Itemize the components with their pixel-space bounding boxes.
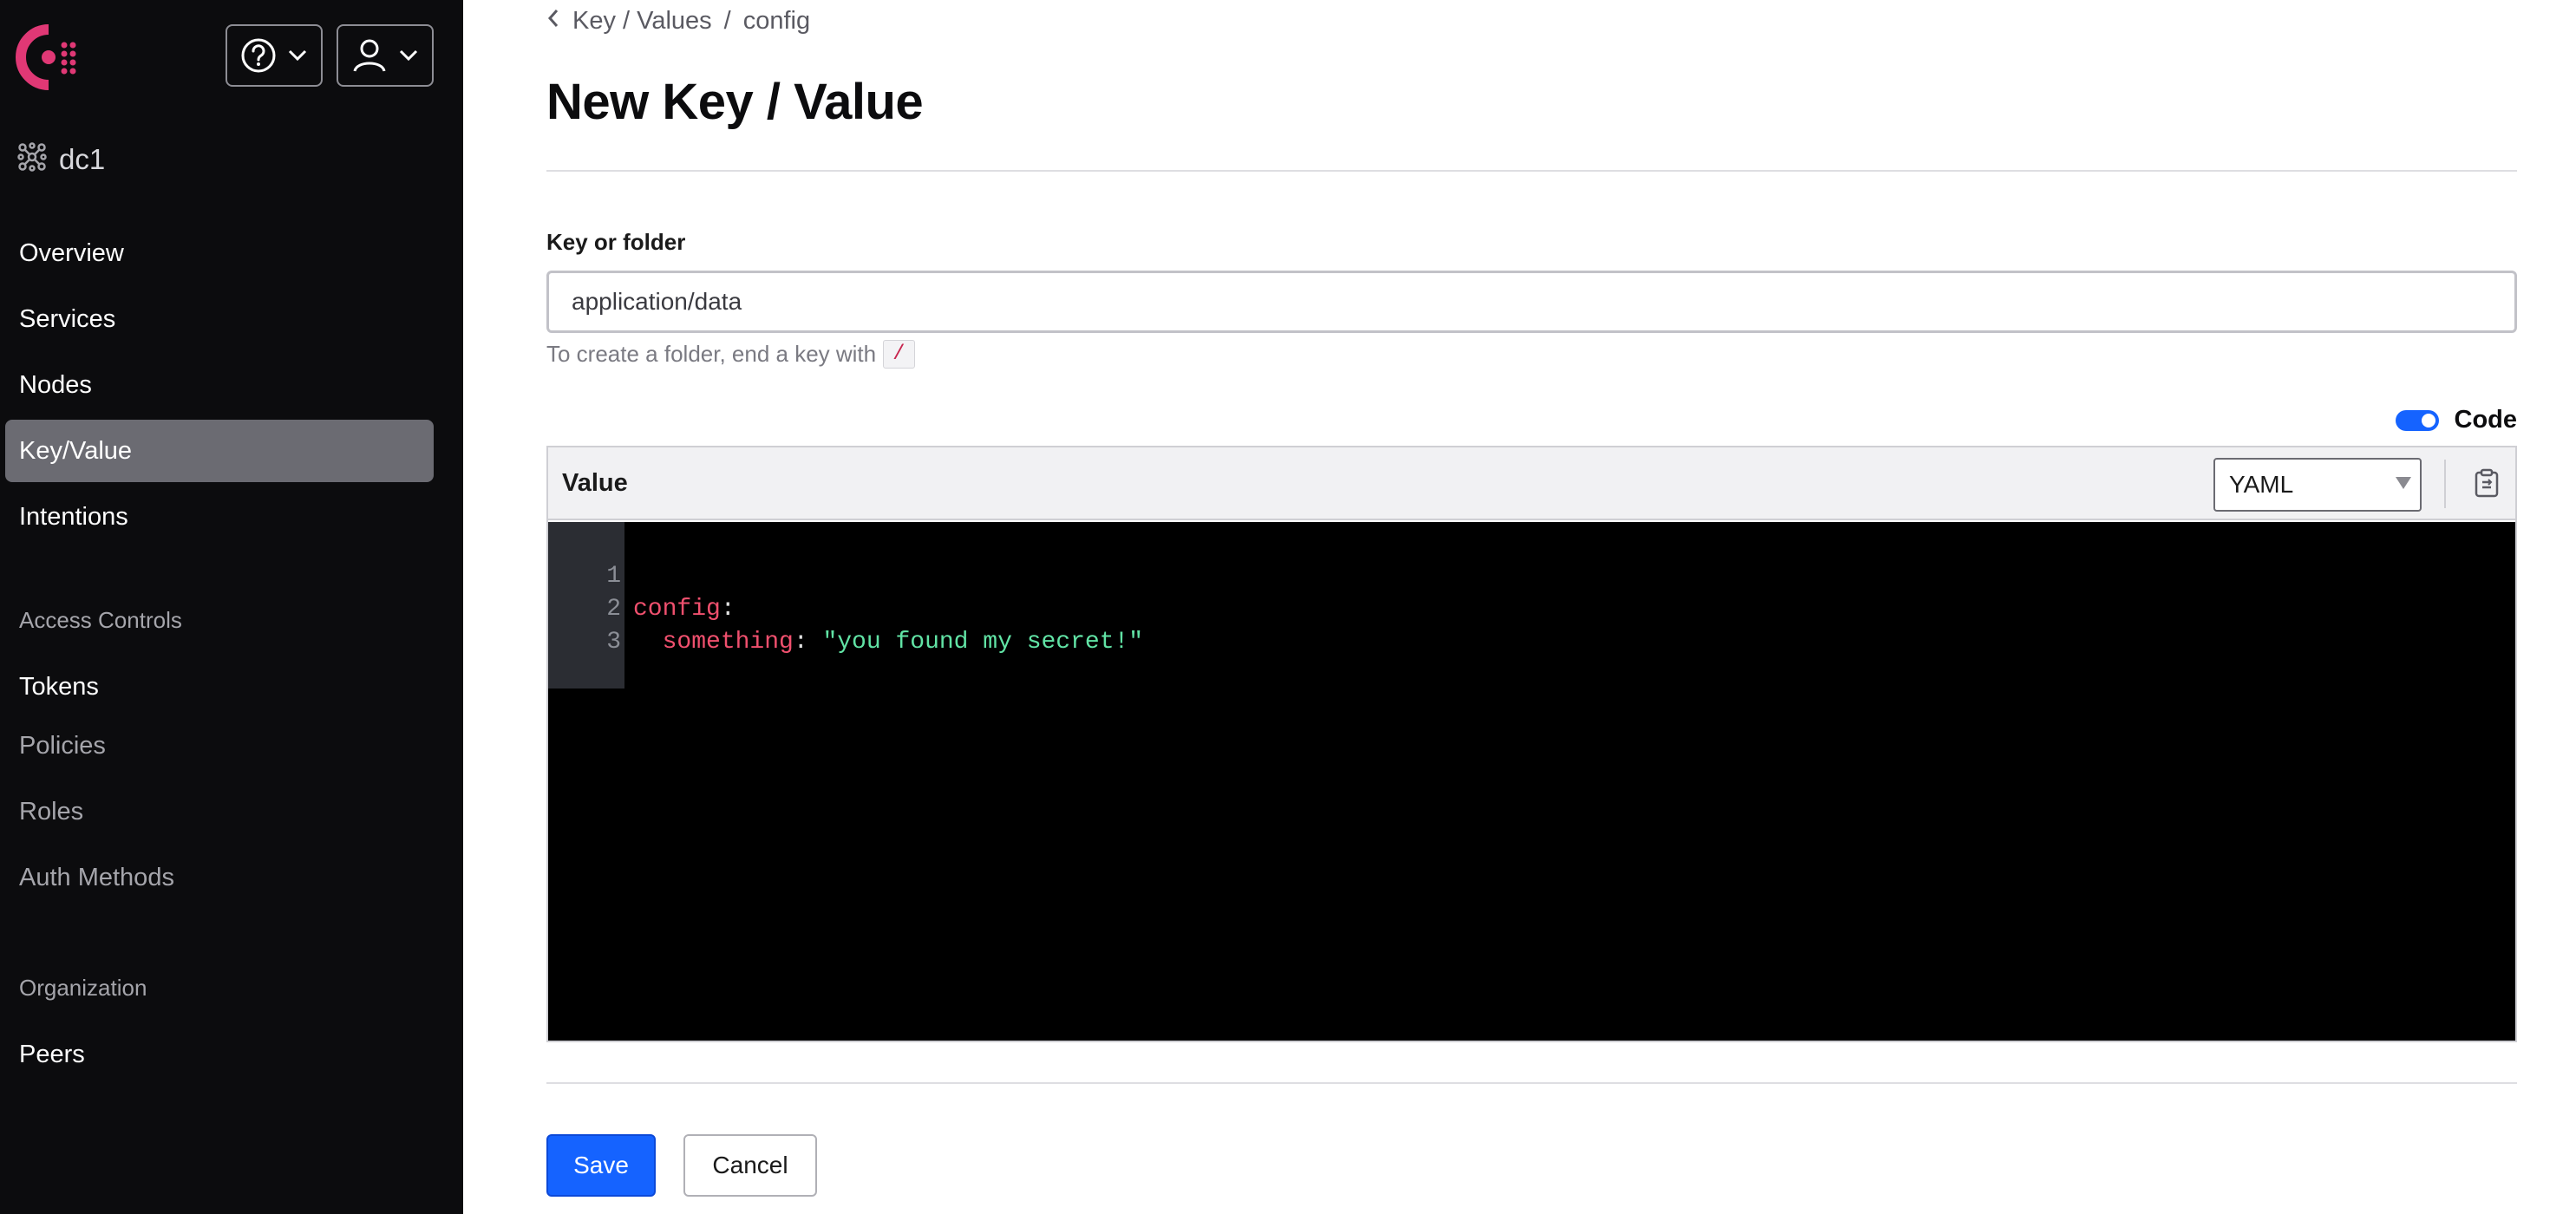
breadcrumb: Key / Values / config bbox=[546, 7, 810, 36]
sidebar-item-key-value[interactable]: Key/Value bbox=[5, 420, 434, 482]
code-toggle[interactable]: Code bbox=[2395, 406, 2518, 434]
chevron-down-icon bbox=[288, 49, 307, 62]
line-number: 3 bbox=[606, 629, 621, 656]
breadcrumb-parent-link[interactable]: Key / Values bbox=[572, 7, 712, 36]
breadcrumb-separator: / bbox=[723, 7, 731, 35]
sidebar-item-services[interactable]: Services bbox=[5, 288, 434, 350]
sidebar-item-overview[interactable]: Overview bbox=[5, 222, 434, 284]
datacenter-icon bbox=[17, 142, 47, 176]
sidebar-item-peers[interactable]: Peers bbox=[5, 1023, 434, 1086]
organization-heading: Organization bbox=[19, 975, 147, 1001]
language-select-value: YAML bbox=[2229, 471, 2294, 498]
divider bbox=[546, 1082, 2517, 1084]
sidebar-item-policies[interactable]: Policies bbox=[5, 715, 434, 777]
save-button[interactable]: Save bbox=[546, 1134, 656, 1197]
sidebar-item-intentions[interactable]: Intentions bbox=[5, 486, 434, 548]
chevron-left-icon[interactable] bbox=[546, 7, 560, 36]
key-hint-text: To create a folder, end a key with bbox=[546, 341, 877, 367]
divider bbox=[546, 170, 2517, 172]
breadcrumb-current: config bbox=[742, 7, 811, 35]
editor-title: Value bbox=[562, 468, 628, 497]
user-icon bbox=[350, 36, 389, 75]
user-menu-button[interactable] bbox=[337, 24, 434, 87]
editor-toolbar: Value YAML bbox=[548, 447, 2515, 520]
code-toggle-switch[interactable] bbox=[2395, 409, 2439, 431]
access-controls-heading: Access Controls bbox=[19, 607, 182, 633]
key-input[interactable] bbox=[546, 271, 2517, 333]
value-editor: Value YAML 1 config: 2 something: "you f… bbox=[546, 446, 2517, 1042]
sidebar-item-roles[interactable]: Roles bbox=[5, 780, 434, 843]
key-hint-code: / bbox=[883, 340, 915, 369]
code-line: 2 something: "you found my secret!" bbox=[548, 560, 1143, 656]
sidebar-item-nodes[interactable]: Nodes bbox=[5, 354, 434, 416]
cancel-button[interactable]: Cancel bbox=[683, 1134, 817, 1197]
datacenter-label: dc1 bbox=[59, 142, 106, 175]
help-circle-icon bbox=[239, 36, 278, 75]
sidebar: dc1 Overview Services Nodes Key/Value In… bbox=[0, 0, 463, 1214]
yaml-punct: : bbox=[720, 596, 736, 623]
sidebar-item-auth-methods[interactable]: Auth Methods bbox=[5, 846, 434, 909]
yaml-punct: : bbox=[793, 629, 823, 656]
code-editor[interactable]: 1 config: 2 something: "you found my sec… bbox=[548, 522, 2515, 1041]
sidebar-item-tokens[interactable]: Tokens bbox=[5, 656, 434, 718]
help-menu-button[interactable] bbox=[226, 24, 323, 87]
chevron-down-icon bbox=[399, 49, 418, 62]
datacenter-selector[interactable]: dc1 bbox=[17, 142, 105, 176]
clipboard-copy-icon[interactable] bbox=[2474, 468, 2500, 502]
key-field-label: Key or folder bbox=[546, 229, 686, 255]
code-line: 3 bbox=[548, 593, 664, 656]
select-arrow-icon bbox=[2396, 477, 2411, 489]
code-toggle-label: Code bbox=[2454, 406, 2518, 434]
yaml-value: "you found my secret!" bbox=[822, 629, 1144, 656]
toolbar-divider bbox=[2444, 460, 2446, 508]
language-select[interactable]: YAML bbox=[2213, 458, 2422, 512]
page-title: New Key / Value bbox=[546, 74, 924, 130]
code-line: 1 config: bbox=[548, 527, 735, 623]
consul-logo-icon[interactable] bbox=[14, 23, 83, 92]
key-hint: To create a folder, end a key with / bbox=[546, 340, 915, 369]
